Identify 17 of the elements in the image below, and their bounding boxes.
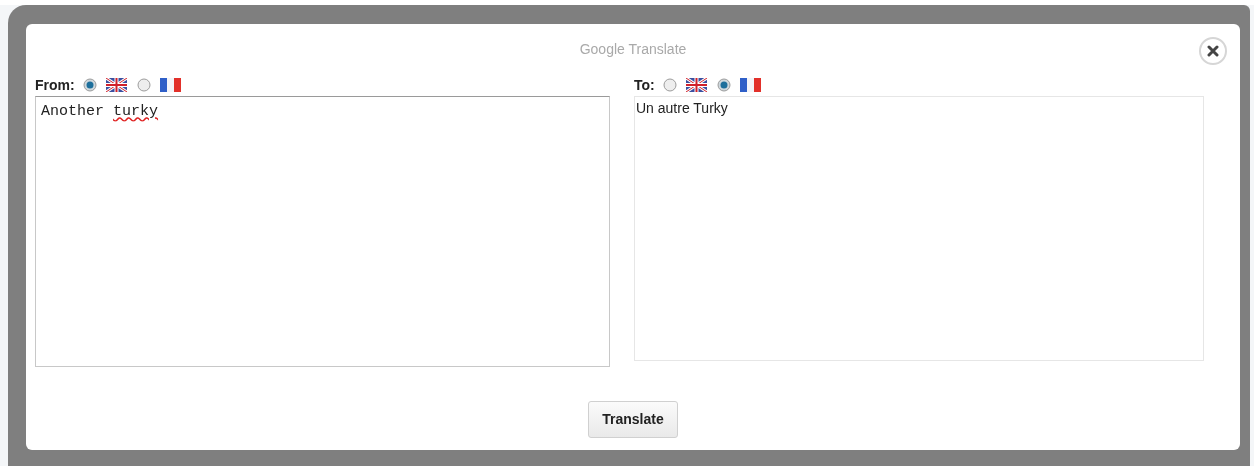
close-icon [1207, 45, 1219, 57]
translate-button[interactable]: Translate [588, 401, 678, 438]
uk-flag-icon [685, 78, 707, 92]
france-flag-icon [159, 78, 181, 92]
radio-button[interactable] [662, 78, 677, 92]
radio-button[interactable] [136, 78, 151, 92]
to-label: To: [634, 75, 655, 95]
source-text-field[interactable]: Another turky [35, 96, 610, 367]
france-flag-icon [739, 78, 761, 92]
translated-text: Un autre Turky [636, 100, 728, 116]
source-text: Another turky [41, 103, 159, 120]
close-button[interactable] [1199, 37, 1227, 65]
radio-button[interactable] [716, 78, 731, 92]
radio-button[interactable] [82, 78, 97, 92]
from-label: From: [35, 75, 75, 95]
uk-flag-icon [105, 78, 127, 92]
dialog-title: Google Translate [579, 39, 687, 59]
